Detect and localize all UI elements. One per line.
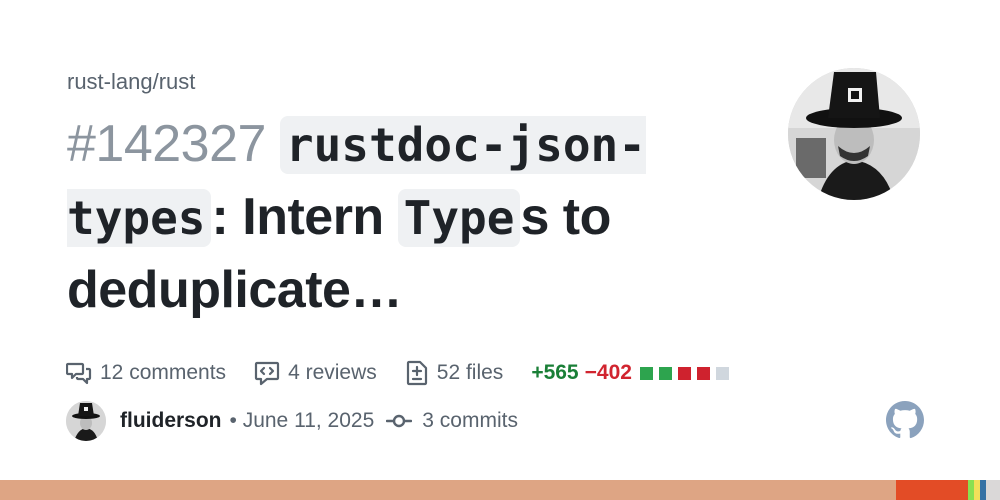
reviews-stat[interactable]: 4 reviews [254,360,377,386]
file-diff-icon [406,360,427,386]
pr-title[interactable]: #142327 rustdoc-json-types: Intern Type s… [67,108,747,326]
diffstat-square [639,366,653,380]
author-avatar-large [788,68,920,200]
files-count: 52 files [436,361,504,384]
comments-stat[interactable]: 12 comments [66,361,226,385]
files-stat[interactable]: 52 files [405,360,504,386]
language-segment-rust [0,480,896,500]
language-bar [0,480,1000,500]
author-avatar[interactable] [66,401,106,441]
pr-stats: 12 comments 4 reviews 52 files +565 −402 [66,356,735,390]
additions-count: +565 [531,361,579,384]
code-review-icon [254,361,280,386]
commits-count[interactable]: 3 commits [422,409,518,433]
git-commit-icon [386,414,413,428]
author-row: fluiderson • June 11, 2025 3 commits [66,400,518,442]
reviews-count: 4 reviews [288,361,377,384]
pr-number: #142327 [67,115,266,173]
repo-name[interactable]: rust-lang/rust [67,66,195,98]
diffstat-square [677,366,691,380]
comments-icon [66,362,92,385]
author-name[interactable]: fluiderson [120,409,222,433]
pr-title-text-1: : Intern [211,188,384,246]
language-segment-other [986,480,1000,500]
github-mark-icon[interactable] [886,401,924,439]
diffstat-square [696,366,710,380]
language-segment-html [896,480,968,500]
deletions-count: −402 [584,361,632,384]
diffstat-square [715,366,729,380]
pr-title-code-type: Type [397,189,521,247]
diffstat-square [658,366,672,380]
comments-count: 12 comments [100,361,227,384]
pr-social-card: rust-lang/rust #142327 rustdoc-json-type… [0,0,1000,500]
pr-date: • June 11, 2025 [229,409,375,432]
